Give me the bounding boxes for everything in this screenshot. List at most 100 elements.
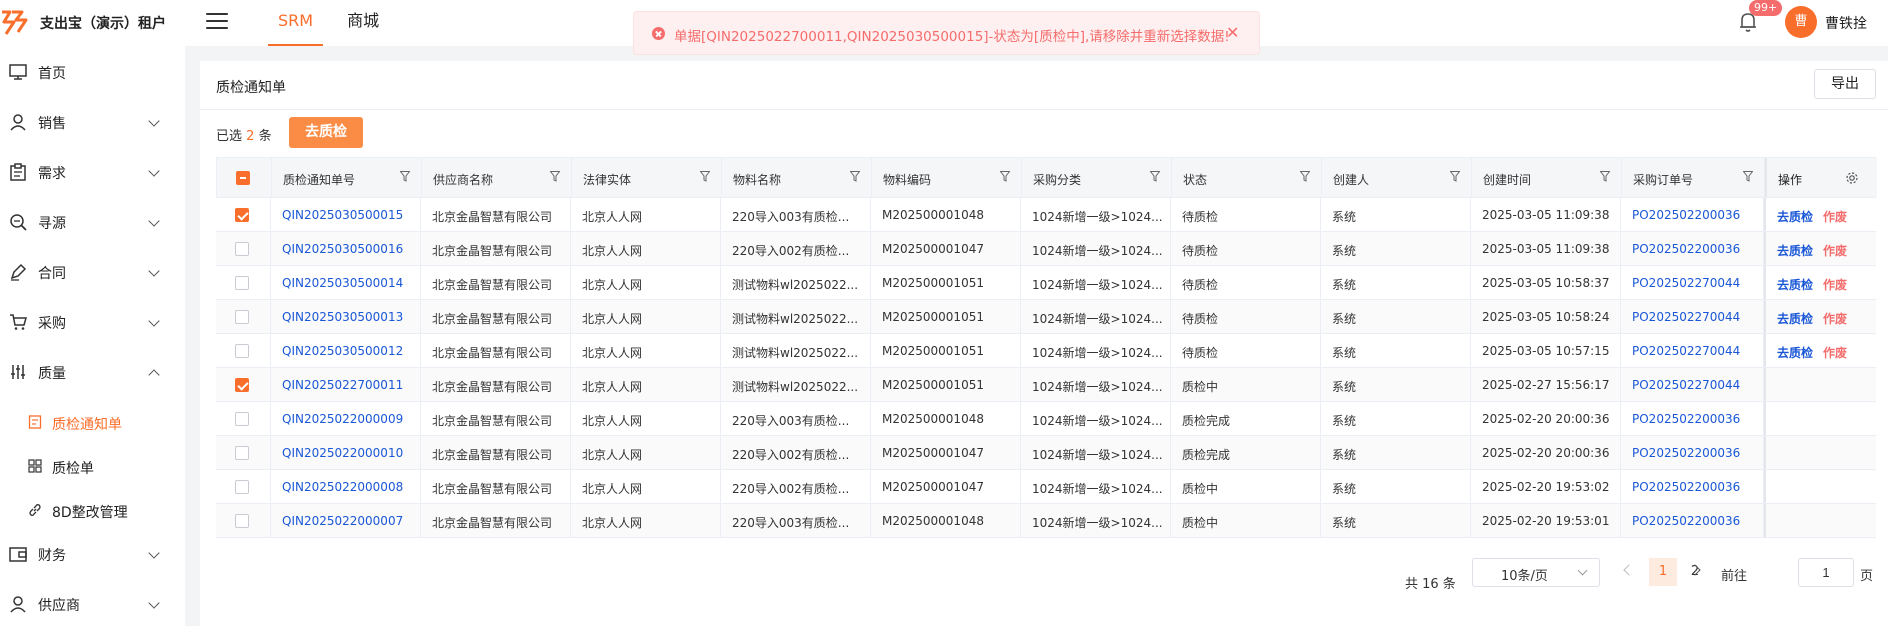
page-1[interactable]: 1 <box>1649 558 1677 586</box>
cell-time: 2025-03-05 10:58:37 <box>1471 266 1621 299</box>
sidebar-subitem-qc-notice[interactable]: 质检通知单 <box>0 404 185 440</box>
sidebar-item-supplier[interactable]: 供应商 <box>0 584 185 624</box>
qc-notice-link[interactable]: QIN2025030500014 <box>282 276 403 290</box>
go-qc-link[interactable]: 去质检 <box>1777 242 1813 259</box>
row-checkbox[interactable] <box>235 514 249 528</box>
table-row[interactable]: QIN2025030500015 北京金晶智慧有限公司 北京人人网 220导入003有… <box>216 198 1876 232</box>
row-checkbox[interactable] <box>235 242 249 256</box>
qc-notice-link[interactable]: QIN2025022700011 <box>282 378 403 392</box>
sidebar-item-quality[interactable]: 质量 <box>0 352 185 392</box>
go-qc-link[interactable]: 去质检 <box>1777 276 1813 293</box>
qc-notice-link[interactable]: QIN2025022000010 <box>282 446 403 460</box>
qc-notice-link[interactable]: QIN2025022000007 <box>282 514 403 528</box>
sidebar-subitem-8d[interactable]: 8D整改管理 <box>0 492 185 528</box>
cell-material: 测试物料wl2025022... <box>721 334 871 367</box>
filter-icon[interactable] <box>700 171 710 182</box>
cell-text: 北京金晶智慧有限公司 <box>432 244 553 258</box>
column-header-status: 状态 <box>1172 158 1322 197</box>
cell-text: M202500001048 <box>882 208 984 222</box>
row-checkbox[interactable] <box>235 344 249 358</box>
close-icon[interactable]: ✕ <box>1226 23 1239 42</box>
qc-notice-link[interactable]: QIN2025022000009 <box>282 412 403 426</box>
sidebar-item-purchase[interactable]: 采购 <box>0 302 185 342</box>
void-link[interactable]: 作废 <box>1823 208 1847 225</box>
user-name[interactable]: 曹铁拴 <box>1825 13 1867 33</box>
sidebar-item-sales[interactable]: 销售 <box>0 102 185 142</box>
filter-icon[interactable] <box>1743 171 1753 182</box>
filter-icon[interactable] <box>1150 171 1160 182</box>
row-checkbox[interactable] <box>235 310 249 324</box>
sidebar-item-contract[interactable]: 合同 <box>0 252 185 292</box>
sidebar-item-demand[interactable]: 需求 <box>0 152 185 192</box>
po-link[interactable]: PO202502200036 <box>1632 514 1740 528</box>
page-size-select[interactable]: 10条/页 <box>1472 558 1600 587</box>
cell-text: 220导入003有质检... <box>732 210 850 224</box>
cell-text: 220导入002有质检... <box>732 448 850 462</box>
sidebar-subitem-qc-sheet[interactable]: 质检单 <box>0 448 185 484</box>
select-all-checkbox[interactable] <box>236 171 250 185</box>
po-link[interactable]: PO202502270044 <box>1632 310 1740 324</box>
void-link[interactable]: 作废 <box>1823 344 1847 361</box>
go-qc-link[interactable]: 去质检 <box>1777 344 1813 361</box>
table-row[interactable]: QIN2025030500013 北京金晶智慧有限公司 北京人人网 测试物料wl202… <box>216 300 1876 334</box>
filter-icon[interactable] <box>1000 171 1010 182</box>
table-row[interactable]: QIN2025030500012 北京金晶智慧有限公司 北京人人网 测试物料wl202… <box>216 334 1876 368</box>
go-qc-link[interactable]: 去质检 <box>1777 208 1813 225</box>
table-row[interactable]: QIN2025022000010 北京金晶智慧有限公司 北京人人网 220导入002有… <box>216 436 1876 470</box>
row-checkbox[interactable] <box>235 480 249 494</box>
po-link[interactable]: PO202502270044 <box>1632 378 1740 392</box>
sidebar-item-home[interactable]: 首页 <box>0 52 185 92</box>
nav-tab-srm[interactable]: SRM <box>268 0 324 46</box>
po-link[interactable]: PO202502270044 <box>1632 344 1740 358</box>
qc-notice-link[interactable]: QIN2025030500012 <box>282 344 403 358</box>
sidebar-item-finance[interactable]: 财务 <box>0 534 185 574</box>
qc-notice-link[interactable]: QIN2025030500013 <box>282 310 403 324</box>
row-checkbox[interactable] <box>235 412 249 426</box>
po-link[interactable]: PO202502200036 <box>1632 412 1740 426</box>
export-button[interactable]: 导出 <box>1814 69 1876 99</box>
gear-icon[interactable] <box>1845 171 1859 185</box>
column-header-category: 采购分类 <box>1022 158 1172 197</box>
go-qc-link[interactable]: 去质检 <box>1777 310 1813 327</box>
go-qc-button[interactable]: 去质检 <box>289 117 363 148</box>
po-link[interactable]: PO202502200036 <box>1632 480 1740 494</box>
cell-text: 北京人人网 <box>582 244 643 258</box>
qc-notice-link[interactable]: QIN2025030500016 <box>282 242 403 256</box>
filter-icon[interactable] <box>850 171 860 182</box>
avatar[interactable]: 曹 <box>1785 6 1817 38</box>
filter-icon[interactable] <box>550 171 560 182</box>
filter-icon[interactable] <box>1300 171 1310 182</box>
link-icon <box>29 504 41 516</box>
po-link[interactable]: PO202502200036 <box>1632 242 1740 256</box>
cell-text: 北京人人网 <box>582 448 643 462</box>
row-checkbox[interactable] <box>235 208 249 222</box>
table-row[interactable]: QIN2025022000007 北京金晶智慧有限公司 北京人人网 220导入003有… <box>216 504 1876 538</box>
row-checkbox[interactable] <box>235 446 249 460</box>
page-size-value: 10条/页 <box>1501 569 1548 584</box>
po-link[interactable]: PO202502200036 <box>1632 446 1740 460</box>
row-checkbox[interactable] <box>235 276 249 290</box>
table-row[interactable]: QIN2025030500016 北京金晶智慧有限公司 北京人人网 220导入002有… <box>216 232 1876 266</box>
po-link[interactable]: PO202502200036 <box>1632 208 1740 222</box>
void-link[interactable]: 作废 <box>1823 310 1847 327</box>
goto-page-input[interactable]: 1 <box>1798 558 1854 587</box>
nav-tab-mall[interactable]: 商城 <box>337 0 389 46</box>
row-checkbox[interactable] <box>235 378 249 392</box>
table-row[interactable]: QIN2025030500014 北京金晶智慧有限公司 北京人人网 测试物料wl202… <box>216 266 1876 300</box>
table-row[interactable]: QIN2025022000008 北京金晶智慧有限公司 北京人人网 220导入002有… <box>216 470 1876 504</box>
filter-icon[interactable] <box>400 171 410 182</box>
qc-notice-link[interactable]: QIN2025030500015 <box>282 208 403 222</box>
filter-icon[interactable] <box>1600 171 1610 182</box>
menu-toggle-icon[interactable] <box>206 13 228 31</box>
sidebar-item-sourcing[interactable]: 寻源 <box>0 202 185 242</box>
goto-label: 前往 <box>1721 569 1748 584</box>
table-row[interactable]: QIN2025022700011 北京金晶智慧有限公司 北京人人网 测试物料wl202… <box>216 368 1876 402</box>
void-link[interactable]: 作废 <box>1823 242 1847 259</box>
cell-text: 系统 <box>1332 210 1357 224</box>
void-link[interactable]: 作废 <box>1823 276 1847 293</box>
qc-notice-link[interactable]: QIN2025022000008 <box>282 480 403 494</box>
prev-page-icon[interactable] <box>1623 564 1635 576</box>
filter-icon[interactable] <box>1450 171 1460 182</box>
po-link[interactable]: PO202502270044 <box>1632 276 1740 290</box>
table-row[interactable]: QIN2025022000009 北京金晶智慧有限公司 北京人人网 220导入003有… <box>216 402 1876 436</box>
